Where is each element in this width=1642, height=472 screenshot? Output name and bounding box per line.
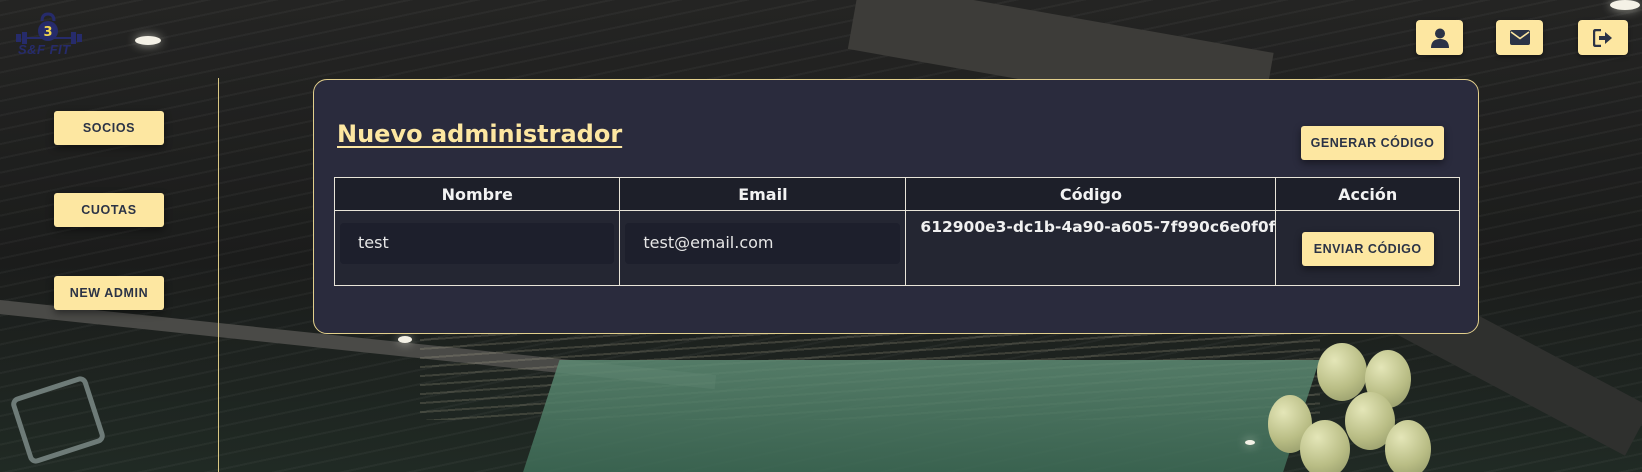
- column-header-codigo: Código: [905, 177, 1277, 211]
- logout-button[interactable]: [1578, 20, 1628, 55]
- ceiling-lamp: [1610, 0, 1640, 10]
- generated-code: 612900e3-dc1b-4a90-a605-7f990c6e0f0f: [920, 218, 1276, 236]
- logo-text: S&F FIT: [18, 42, 71, 57]
- generate-code-button[interactable]: GENERAR CÓDIGO: [1301, 126, 1444, 160]
- column-header-nombre: Nombre: [333, 177, 621, 211]
- email-cell: test@email.com: [619, 210, 907, 286]
- sidebar-item-new-admin[interactable]: NEW ADMIN: [54, 276, 164, 310]
- sidebar-item-label: SOCIOS: [82, 121, 136, 135]
- ceiling-lamp: [398, 336, 412, 343]
- column-header-accion: Acción: [1275, 177, 1460, 211]
- admin-table: Nombre Email Código Acción test test@ema…: [333, 177, 1460, 286]
- table-row: test test@email.com 612900e3-dc1b-4a90-a…: [333, 210, 1460, 286]
- send-code-button[interactable]: ENVIAR CÓDIGO: [1301, 232, 1434, 266]
- sidebar-item-socios[interactable]: SOCIOS: [54, 111, 164, 145]
- sidebar-item-label: NEW ADMIN: [69, 286, 149, 300]
- green-wall: [520, 360, 1320, 472]
- page-title: Nuevo administrador: [337, 120, 623, 148]
- sidebar-item-cuotas[interactable]: CUOTAS: [54, 193, 164, 227]
- nombre-field[interactable]: test: [340, 223, 615, 264]
- profile-button[interactable]: [1416, 20, 1463, 55]
- column-header-email: Email: [619, 177, 907, 211]
- messages-button[interactable]: [1496, 20, 1543, 55]
- balloon: [1385, 420, 1431, 472]
- new-admin-card: Nuevo administrador GENERAR CÓDIGO Nombr…: [313, 79, 1479, 334]
- logout-icon: [1593, 28, 1612, 47]
- email-field[interactable]: test@email.com: [625, 223, 901, 264]
- sidebar-divider: [218, 78, 219, 472]
- accion-cell: ENVIAR CÓDIGO: [1275, 210, 1460, 286]
- ceiling-lamp: [1245, 440, 1255, 445]
- nombre-cell: test: [333, 210, 621, 286]
- app-logo[interactable]: 3 S&F FIT: [14, 12, 84, 62]
- balloon: [1317, 343, 1367, 401]
- mail-icon: [1509, 30, 1530, 45]
- user-icon: [1430, 28, 1449, 48]
- ceiling-lamp: [135, 36, 161, 45]
- balloon: [1300, 420, 1350, 472]
- table-header-row: Nombre Email Código Acción: [333, 177, 1460, 211]
- codigo-cell: 612900e3-dc1b-4a90-a605-7f990c6e0f0f: [905, 210, 1277, 286]
- sidebar-item-label: CUOTAS: [81, 203, 137, 217]
